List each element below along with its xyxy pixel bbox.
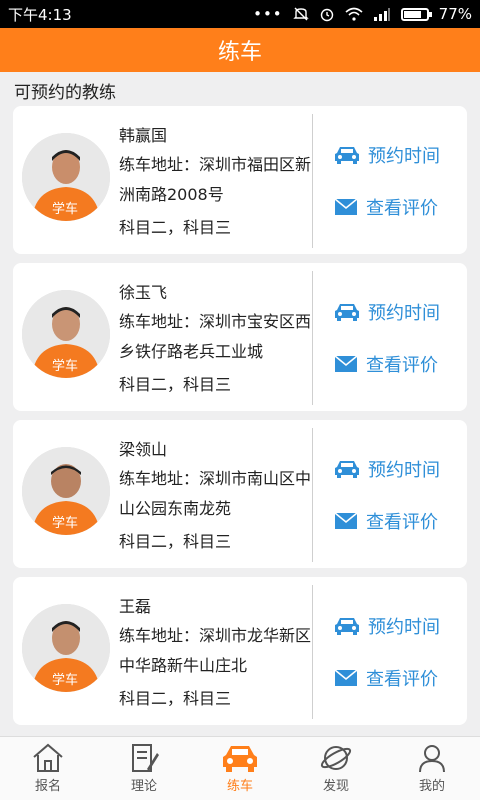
view-reviews-label: 查看评价 bbox=[366, 198, 438, 219]
car-icon bbox=[335, 304, 359, 321]
tab-mine[interactable]: 我的 bbox=[384, 737, 480, 800]
view-reviews-label: 查看评价 bbox=[366, 669, 438, 690]
svg-text:学车: 学车 bbox=[52, 515, 78, 531]
coach-name: 梁领山 bbox=[119, 440, 168, 459]
book-time-button[interactable]: 预约时间 bbox=[334, 142, 440, 168]
coach-name: 徐玉飞 bbox=[119, 283, 168, 302]
mail-icon bbox=[334, 198, 358, 215]
coach-info: 王磊 练车地址：深圳市龙华新区中华路新牛山庄北 科目二，科目三 bbox=[119, 593, 315, 713]
coach-avatar: 学车 bbox=[22, 290, 110, 378]
person-icon bbox=[419, 745, 445, 773]
tab-label: 报名 bbox=[34, 779, 61, 794]
coach-address: 练车地址：深圳市福田区新洲南路2008号 bbox=[119, 155, 312, 204]
svg-text:学车: 学车 bbox=[52, 201, 78, 217]
coach-avatar: 学车 bbox=[22, 447, 110, 535]
book-time-label: 预约时间 bbox=[368, 146, 440, 167]
view-reviews-button[interactable]: 查看评价 bbox=[334, 194, 438, 220]
card-divider bbox=[312, 271, 313, 405]
card-divider bbox=[312, 114, 313, 248]
mail-icon bbox=[334, 355, 358, 372]
card-divider bbox=[312, 585, 313, 719]
status-icons: ••• 77% bbox=[253, 5, 472, 23]
car-icon bbox=[335, 618, 359, 635]
page-title: 练车 bbox=[217, 40, 262, 65]
view-reviews-button[interactable]: 查看评价 bbox=[334, 508, 438, 534]
coach-address: 练车地址：深圳市南山区中山公园东南龙苑 bbox=[119, 469, 312, 518]
book-time-button[interactable]: 预约时间 bbox=[334, 613, 440, 639]
alarm-icon bbox=[320, 8, 333, 22]
tab-label: 理论 bbox=[130, 779, 157, 794]
svg-text:学车: 学车 bbox=[52, 672, 78, 688]
notification-dots-icon: ••• bbox=[253, 5, 283, 23]
coach-card[interactable]: 学车 徐玉飞 练车地址：深圳市宝安区西乡铁仔路老兵工业城 科目二，科目三 预约时… bbox=[13, 263, 467, 411]
card-divider bbox=[312, 428, 313, 562]
tab-theory[interactable]: 理论 bbox=[96, 737, 192, 800]
coach-info: 韩赢国 练车地址：深圳市福田区新洲南路2008号 科目二，科目三 bbox=[119, 122, 315, 242]
svg-text:学车: 学车 bbox=[52, 358, 78, 374]
tab-practice[interactable]: 练车 bbox=[192, 737, 288, 800]
tab-label: 发现 bbox=[322, 779, 349, 794]
planet-icon bbox=[320, 746, 352, 770]
coach-list: 学车 韩赢国 练车地址：深圳市福田区新洲南路2008号 科目二，科目三 预约时间… bbox=[13, 106, 467, 734]
coach-address: 练车地址：深圳市龙华新区中华路新牛山庄北 bbox=[119, 626, 312, 675]
book-time-button[interactable]: 预约时间 bbox=[334, 456, 440, 482]
status-bar: 下午4:13 ••• 77% bbox=[0, 0, 480, 28]
coach-card[interactable]: 学车 王磊 练车地址：深圳市龙华新区中华路新牛山庄北 科目二，科目三 预约时间 … bbox=[13, 577, 467, 725]
coach-info: 梁领山 练车地址：深圳市南山区中山公园东南龙苑 科目二，科目三 bbox=[119, 436, 315, 556]
coach-subjects: 科目二，科目三 bbox=[119, 689, 232, 708]
car-icon bbox=[335, 461, 359, 478]
coach-avatar: 学车 bbox=[22, 133, 110, 221]
mute-icon bbox=[292, 7, 309, 21]
coach-subjects: 科目二，科目三 bbox=[119, 218, 232, 237]
mail-icon bbox=[334, 669, 358, 686]
coach-info: 徐玉飞 练车地址：深圳市宝安区西乡铁仔路老兵工业城 科目二，科目三 bbox=[119, 279, 315, 399]
tab-label: 练车 bbox=[226, 779, 253, 794]
coach-subjects: 科目二，科目三 bbox=[119, 375, 232, 394]
coach-card[interactable]: 学车 韩赢国 练车地址：深圳市福田区新洲南路2008号 科目二，科目三 预约时间… bbox=[13, 106, 467, 254]
house-icon bbox=[33, 743, 63, 772]
edit-document-icon bbox=[132, 744, 159, 772]
app-header: 练车 bbox=[0, 28, 480, 72]
coach-card[interactable]: 学车 梁领山 练车地址：深圳市南山区中山公园东南龙苑 科目二，科目三 预约时间 … bbox=[13, 420, 467, 568]
book-time-label: 预约时间 bbox=[368, 617, 440, 638]
view-reviews-button[interactable]: 查看评价 bbox=[334, 351, 438, 377]
view-reviews-label: 查看评价 bbox=[366, 355, 438, 376]
tab-discover[interactable]: 发现 bbox=[288, 737, 384, 800]
book-time-label: 预约时间 bbox=[368, 303, 440, 324]
tab-label: 我的 bbox=[418, 779, 445, 794]
coach-address: 练车地址：深圳市宝安区西乡铁仔路老兵工业城 bbox=[119, 312, 312, 361]
coach-avatar: 学车 bbox=[22, 604, 110, 692]
status-time: 下午4:13 bbox=[8, 5, 72, 24]
mail-icon bbox=[334, 512, 358, 529]
car-icon bbox=[223, 746, 257, 772]
book-time-label: 预约时间 bbox=[368, 460, 440, 481]
wifi-icon bbox=[345, 7, 363, 21]
coach-name: 韩赢国 bbox=[119, 126, 168, 145]
book-time-button[interactable]: 预约时间 bbox=[334, 299, 440, 325]
view-reviews-label: 查看评价 bbox=[366, 512, 438, 533]
tab-signup[interactable]: 报名 bbox=[0, 737, 96, 800]
coach-name: 王磊 bbox=[119, 597, 152, 616]
bottom-tab-bar: 报名 理论 练车 发现 我的 bbox=[0, 736, 480, 800]
section-title: 可预约的教练 bbox=[14, 83, 116, 103]
view-reviews-button[interactable]: 查看评价 bbox=[334, 665, 438, 691]
coach-subjects: 科目二，科目三 bbox=[119, 532, 232, 551]
battery-percent: 77% bbox=[438, 5, 472, 23]
signal-icon bbox=[373, 8, 390, 21]
battery-icon bbox=[400, 7, 432, 21]
car-icon bbox=[335, 147, 359, 164]
